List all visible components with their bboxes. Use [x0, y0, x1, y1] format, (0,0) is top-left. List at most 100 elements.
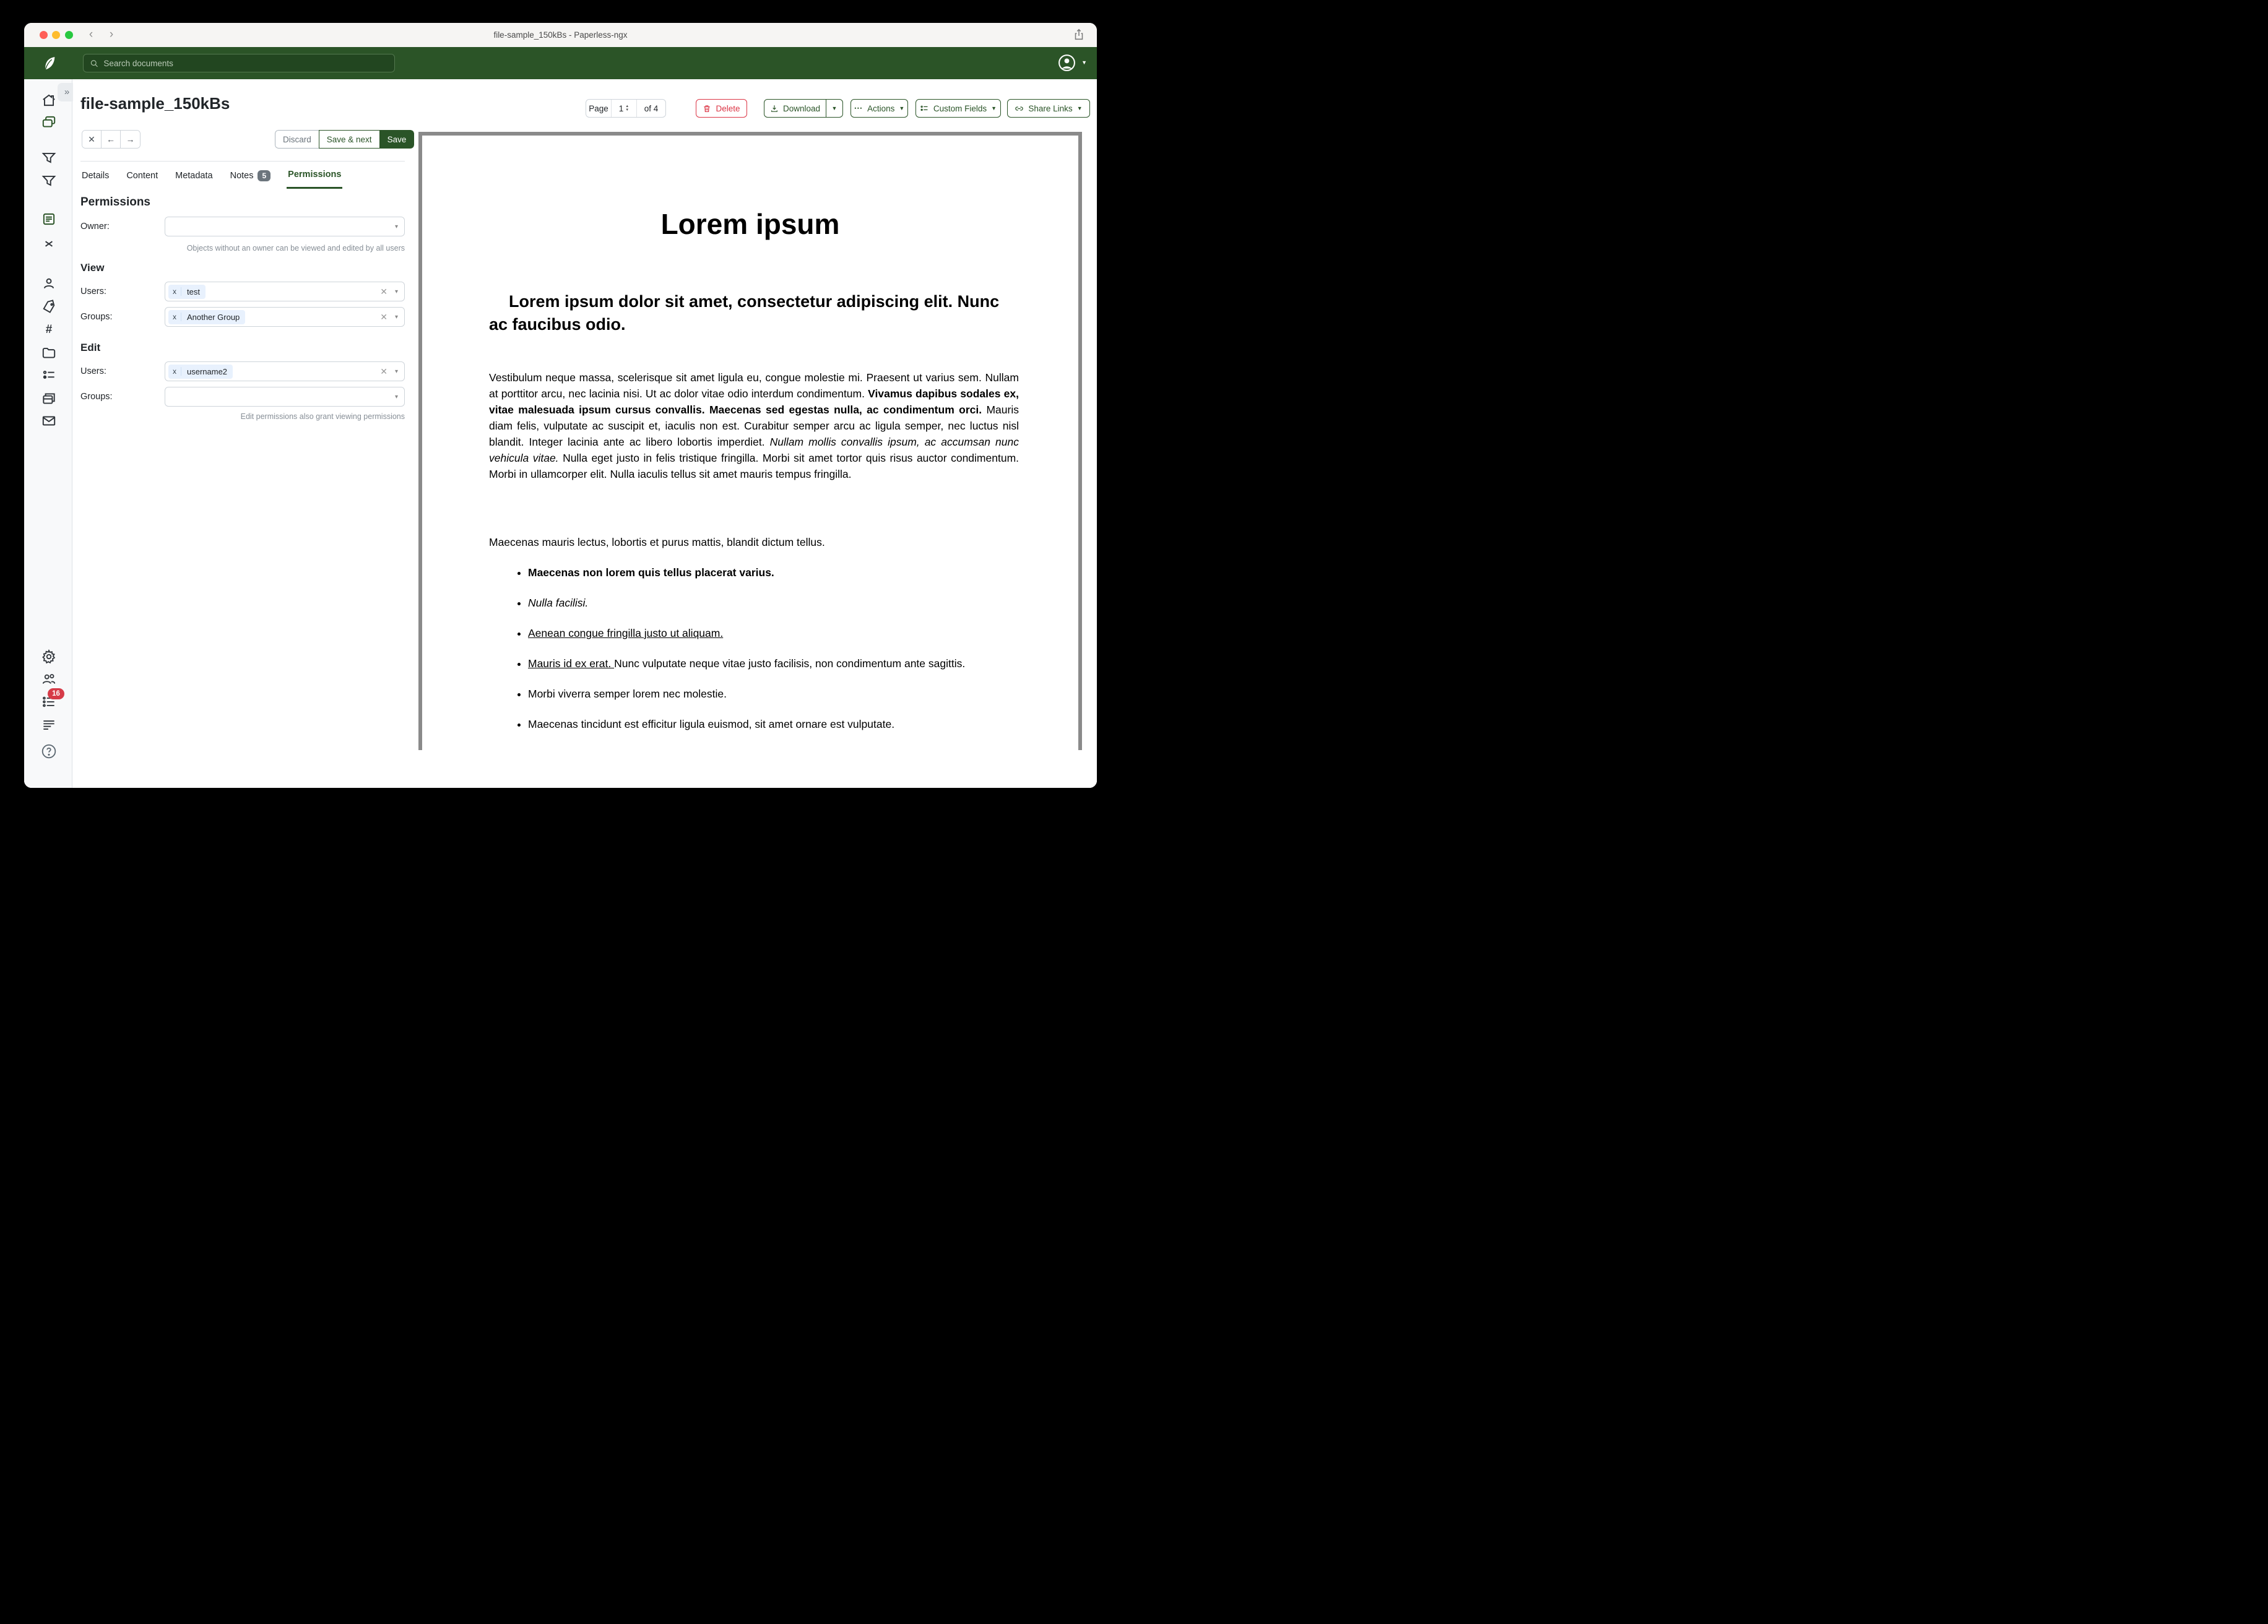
remove-chip-icon[interactable]: x — [168, 367, 181, 376]
notes-count-badge: 5 — [258, 170, 271, 181]
next-document-button[interactable]: → — [121, 131, 140, 148]
clear-field-icon[interactable]: ✕ — [380, 287, 387, 297]
sidebar-item-custom-fields[interactable] — [41, 367, 57, 383]
edit-users-label: Users: — [80, 366, 106, 376]
owner-hint: Objects without an owner can be viewed a… — [165, 244, 405, 253]
remove-chip-icon[interactable]: x — [168, 287, 181, 296]
sidebar-item-saved-views[interactable] — [41, 150, 57, 166]
page-count-label: of 4 — [637, 100, 665, 117]
trash-icon — [703, 104, 711, 113]
sidebar-open-document[interactable] — [41, 211, 57, 227]
selected-user-chip: x test — [168, 285, 206, 299]
sidebar-item-settings[interactable] — [41, 649, 57, 665]
list-item: Aenean congue fringilla justo ut aliquam… — [528, 625, 980, 641]
share-links-button[interactable]: Share Links ▼ — [1007, 99, 1090, 118]
download-split-button: Download ▼ — [764, 99, 843, 118]
close-editor-button[interactable]: ✕ — [82, 131, 102, 148]
delete-button[interactable]: Delete — [696, 99, 747, 118]
owner-label: Owner: — [80, 222, 110, 231]
download-options-button[interactable]: ▼ — [826, 99, 843, 118]
link-icon — [1015, 104, 1024, 113]
sidebar-item-dashboard[interactable] — [41, 92, 57, 108]
sidebar-item-mail[interactable] — [41, 413, 57, 429]
custom-fields-icon — [920, 104, 929, 113]
header-divider — [80, 161, 405, 162]
document-preview-pane[interactable]: Lorem ipsum Lorem ipsum dolor sit amet, … — [418, 132, 1082, 750]
tab-details[interactable]: Details — [80, 166, 110, 189]
sidebar-item-documents[interactable] — [41, 114, 57, 130]
discard-button[interactable]: Discard — [275, 130, 319, 149]
pdf-page: Lorem ipsum Lorem ipsum dolor sit amet, … — [422, 136, 1078, 750]
page-number-input[interactable]: 1 ▲▼ — [612, 100, 637, 117]
list-item: Maecenas non lorem quis tellus placerat … — [528, 564, 980, 581]
editor-tabs: Details Content Metadata Notes5 Permissi… — [80, 166, 342, 189]
sidebar-item-document-types[interactable] — [41, 345, 57, 361]
sidebar-item-users-groups[interactable] — [41, 672, 57, 688]
save-button[interactable]: Save — [380, 130, 415, 149]
tab-metadata[interactable]: Metadata — [174, 166, 214, 189]
view-section-heading: View — [80, 262, 104, 274]
page-navigation: Page 1 ▲▼ of 4 — [586, 99, 666, 118]
window-title: file-sample_150kBs - Paperless-ngx — [24, 23, 1097, 47]
save-button-group: Discard Save & next Save — [275, 130, 414, 149]
chevron-down-icon: ▾ — [395, 223, 398, 230]
user-menu[interactable]: ▼ — [1057, 53, 1087, 72]
view-groups-label: Groups: — [80, 312, 113, 322]
tab-notes[interactable]: Notes5 — [229, 166, 272, 189]
list-item: Nulla facilisi. — [528, 595, 980, 611]
view-groups-select[interactable]: x Another Group ✕ ▾ — [165, 307, 405, 327]
paperless-logo-icon[interactable] — [40, 54, 58, 72]
edit-users-select[interactable]: x username2 ✕ ▾ — [165, 361, 405, 381]
actions-button[interactable]: ⋯ Actions ▼ — [850, 99, 908, 118]
caret-down-icon: ▼ — [1081, 60, 1087, 66]
app-header: ▼ — [24, 47, 1097, 79]
caret-down-icon: ▼ — [991, 106, 997, 111]
search-bar[interactable] — [83, 54, 395, 72]
edit-groups-select[interactable]: ▾ — [165, 387, 405, 407]
save-and-next-button[interactable]: Save & next — [319, 130, 380, 149]
user-avatar-icon — [1057, 53, 1076, 72]
download-icon — [770, 104, 779, 113]
search-input[interactable] — [103, 59, 388, 68]
edit-groups-label: Groups: — [80, 392, 113, 402]
macos-titlebar: ‹ › file-sample_150kBs - Paperless-ngx — [24, 23, 1097, 47]
sidebar-item-file-tasks[interactable] — [41, 391, 57, 407]
sidebar-item-tags[interactable] — [41, 298, 57, 314]
selected-user-chip: x username2 — [168, 365, 233, 379]
pdf-paragraph: Maecenas mauris lectus, lobortis et puru… — [489, 534, 1019, 550]
clear-field-icon[interactable]: ✕ — [380, 312, 387, 322]
chevron-down-icon: ▾ — [395, 288, 398, 295]
sidebar-item-correspondents[interactable] — [41, 275, 57, 292]
previous-document-button[interactable]: ← — [102, 131, 121, 148]
page-stepper-icon[interactable]: ▲▼ — [625, 105, 629, 112]
app-window: ‹ › file-sample_150kBs - Paperless-ngx ▼ — [24, 23, 1097, 788]
ellipsis-icon: ⋯ — [854, 103, 863, 113]
chevron-down-icon: ▾ — [395, 394, 398, 400]
clear-field-icon[interactable]: ✕ — [380, 366, 387, 377]
tasks-count-badge: 16 — [48, 688, 64, 699]
sidebar-item-filter[interactable] — [41, 173, 57, 189]
caret-down-icon: ▼ — [832, 106, 838, 111]
chevron-down-icon: ▾ — [395, 368, 398, 375]
view-users-select[interactable]: x test ✕ ▾ — [165, 282, 405, 301]
close-document-icon[interactable] — [41, 236, 57, 252]
edit-hint: Edit permissions also grant viewing perm… — [165, 412, 405, 421]
sidebar-item-storage-paths[interactable]: # — [41, 322, 57, 338]
share-icon[interactable] — [1072, 28, 1086, 41]
remove-chip-icon[interactable]: x — [168, 313, 181, 321]
download-button[interactable]: Download — [764, 99, 826, 118]
permissions-heading: Permissions — [80, 196, 150, 209]
sidebar-item-help[interactable] — [41, 743, 57, 759]
sidebar-item-logs[interactable] — [41, 717, 57, 733]
caret-down-icon: ▼ — [899, 106, 904, 111]
main-content: file-sample_150kBs ✕ ← → Discard Save & … — [73, 79, 1097, 788]
tab-content[interactable]: Content — [125, 166, 159, 189]
edit-section-heading: Edit — [80, 342, 100, 354]
caret-down-icon: ▼ — [1077, 106, 1083, 111]
page-label: Page — [586, 100, 612, 117]
pdf-paragraph: Vestibulum neque massa, scelerisque sit … — [489, 369, 1019, 482]
search-icon — [90, 59, 98, 68]
tab-permissions[interactable]: Permissions — [287, 166, 342, 189]
owner-select[interactable]: ▾ — [165, 217, 405, 236]
custom-fields-button[interactable]: Custom Fields ▼ — [915, 99, 1001, 118]
